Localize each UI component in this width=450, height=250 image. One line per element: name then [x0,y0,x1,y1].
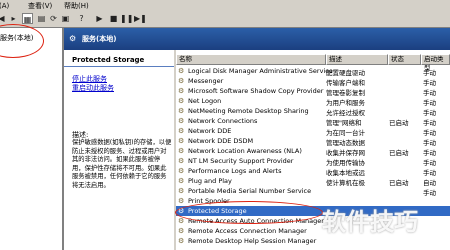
service-row[interactable]: ⚙ Logical Disk Manager Administrative Ser… [176,66,450,77]
service-gear-icon: ⚙ [178,127,185,135]
service-row[interactable]: ⚙ Network DDE 为在同一台计 手动 [176,126,450,137]
service-gear-icon: ⚙ [178,67,185,75]
back-icon[interactable]: ◀ [0,13,7,24]
service-gear-icon: ⚙ [178,197,185,205]
help-icon[interactable]: ? [76,13,87,24]
services-header: ⚙ 服务(本地) [64,28,450,50]
toolbar: ◀ ▸ ▦ ▤ ⟳ ▣ ? ▶ ■ ❚❚ ▶❚ [0,11,450,28]
service-row[interactable]: ⚙ Microsoft Software Shadow Copy Provider… [176,86,450,97]
service-name: NetMeeting Remote Desktop Sharing [188,107,309,115]
gear-icon: ⚙ [69,34,77,43]
pause-icon[interactable]: ❚❚ [120,13,133,24]
menu-bar: 作(A) 查看(V) 帮助(H) [0,0,450,11]
console-tree: 服务(本地) [0,28,64,250]
service-gear-icon: ⚙ [178,187,185,195]
description-text: 保护敏感数据(如私钥)的存储，以便防止未授权的服务、过程或用户对其的非法访问。如… [72,139,172,189]
export-icon[interactable]: ▣ [60,13,71,24]
service-name: Plug and Play [188,177,232,185]
stop-icon[interactable]: ■ [108,13,119,24]
forward-icon[interactable]: ▸ [8,13,19,24]
service-name: Messenger [188,77,224,85]
divider [64,66,174,67]
menu-help[interactable]: 帮助(H) [64,1,89,11]
service-row[interactable]: ⚙ Messenger 传输客户端和 手动 [176,76,450,87]
watermark: 软件技巧 [322,208,418,236]
service-gear-icon: ⚙ [178,107,185,115]
service-name: Network Connections [188,117,258,125]
service-gear-icon: ⚙ [178,237,185,245]
service-row[interactable]: ⚙ Network Location Awareness (NLA) 收集并保存网已… [176,146,450,157]
service-name: Remote Desktop Help Session Manager [188,237,317,245]
header-title: 服务(本地) [82,35,117,43]
service-name: Logical Disk Manager Administrative Serv… [188,67,333,75]
service-row[interactable]: ⚙ Remote Desktop Help Session Manager [176,236,450,246]
service-name: Network DDE DSDM [188,137,254,145]
service-gear-icon: ⚙ [178,117,185,125]
service-row[interactable]: ⚙ Network DDE DSDM 管理动态数据 手动 [176,136,450,147]
column-startup-type[interactable]: 启动类型 [421,54,450,72]
restart-icon[interactable]: ▶❚ [134,13,147,24]
properties-icon[interactable]: ▤ [36,13,47,24]
service-gear-icon: ⚙ [178,77,185,85]
service-row[interactable]: ⚙ Network Connections 管理"网络和 已启动 手动 [176,116,450,127]
service-name: Net Logon [188,97,222,105]
annotation-circle-selected [175,201,323,224]
show-tree-icon[interactable]: ▦ [22,13,33,24]
column-name[interactable]: 名称 [176,54,326,65]
service-name: Performance Logs and Alerts [188,167,282,175]
service-name: Network DDE [188,127,232,135]
menu-action[interactable]: 作(A) [0,1,9,11]
service-gear-icon: ⚙ [178,97,185,105]
service-row[interactable]: ⚙ NetMeeting Remote Desktop Sharing 允许经过授权… [176,106,450,117]
service-name: Portable Media Serial Number Service [188,187,312,195]
service-name: NT LM Security Support Provider [188,157,294,165]
service-row[interactable]: ⚙ NT LM Security Support Provider 为使用传输协 手动 [176,156,450,167]
service-gear-icon: ⚙ [178,167,185,175]
service-name: Remote Access Connection Manager [188,227,307,235]
service-name: Network Location Awareness (NLA) [188,147,302,155]
description-pane: Protected Storage 停止此服务 重启动此服务 描述: 保护敏感数… [64,50,174,250]
service-gear-icon: ⚙ [178,137,185,145]
menu-view[interactable]: 查看(V) [28,1,52,11]
service-gear-icon: ⚙ [178,177,185,185]
refresh-icon[interactable]: ⟳ [48,13,59,24]
restart-service-link[interactable]: 重启动此服务 [72,83,114,93]
service-row[interactable]: ⚙ Net Logon 为用户和服务 手动 [176,96,450,107]
service-gear-icon: ⚙ [178,147,185,155]
service-row[interactable]: ⚙ Plug and Play 使计算机在极 已启动 自动 [176,176,450,187]
service-gear-icon: ⚙ [178,157,185,165]
service-row[interactable]: ⚙ Performance Logs and Alerts 收集本地或远 手动 [176,166,450,177]
column-status[interactable]: 状态 [388,54,421,65]
column-description[interactable]: 描述 [326,54,388,65]
service-name: Microsoft Software Shadow Copy Provider [188,87,324,95]
service-gear-icon: ⚙ [178,87,185,95]
service-gear-icon: ⚙ [178,227,185,235]
service-row[interactable]: ⚙ Portable Media Serial Number Service 手动 [176,186,450,197]
selected-service-name: Protected Storage [72,56,145,64]
play-icon[interactable]: ▶ [94,13,105,24]
